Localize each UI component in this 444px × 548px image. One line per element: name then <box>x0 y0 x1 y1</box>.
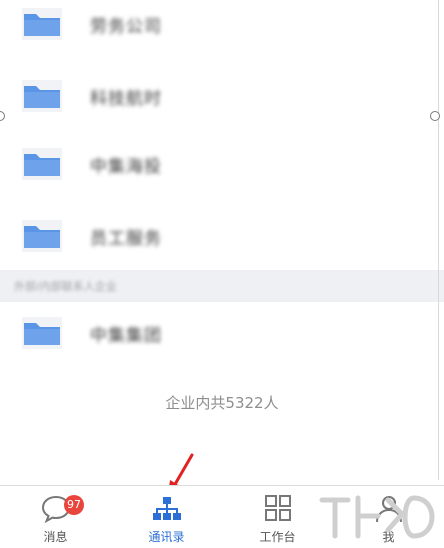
tab-label: 通讯录 <box>148 530 185 544</box>
tab-contacts[interactable]: 通讯录 <box>111 486 222 548</box>
right-guide-line <box>438 0 439 480</box>
list-item-label: 劳务公司 <box>90 16 162 37</box>
list-item[interactable]: 中集海投 <box>0 128 444 200</box>
list-item-label: 中集集团 <box>90 325 162 346</box>
folder-icon <box>22 220 62 252</box>
right-resize-handle[interactable] <box>430 111 440 121</box>
folder-icon <box>22 8 62 40</box>
org-chart-icon <box>152 497 181 520</box>
grid-icon <box>264 495 291 521</box>
watermark-logo-icon <box>319 495 435 539</box>
member-count: 企业内共5322人 <box>165 394 279 412</box>
section-header-label: 外部/内部联系人企业 <box>14 280 117 293</box>
tab-label: 工作台 <box>259 530 296 544</box>
list-item[interactable]: 员工服务 <box>0 200 444 272</box>
folder-icon <box>22 80 62 112</box>
tab-label: 消息 <box>43 530 68 544</box>
unread-badge: 97 <box>64 495 84 515</box>
list-item-label: 科技航时 <box>90 88 162 109</box>
tab-workbench[interactable]: 工作台 <box>222 486 333 548</box>
list-item[interactable]: 劳务公司 <box>0 0 444 60</box>
list-item[interactable]: 科技航时 <box>0 60 444 132</box>
list-item[interactable]: 中集集团 <box>0 297 444 369</box>
folder-icon <box>22 148 62 180</box>
tab-messages[interactable]: 97 消息 <box>0 486 111 548</box>
list-item-label: 员工服务 <box>90 228 162 249</box>
folder-icon <box>22 317 62 349</box>
list-item-label: 中集海投 <box>90 156 162 177</box>
